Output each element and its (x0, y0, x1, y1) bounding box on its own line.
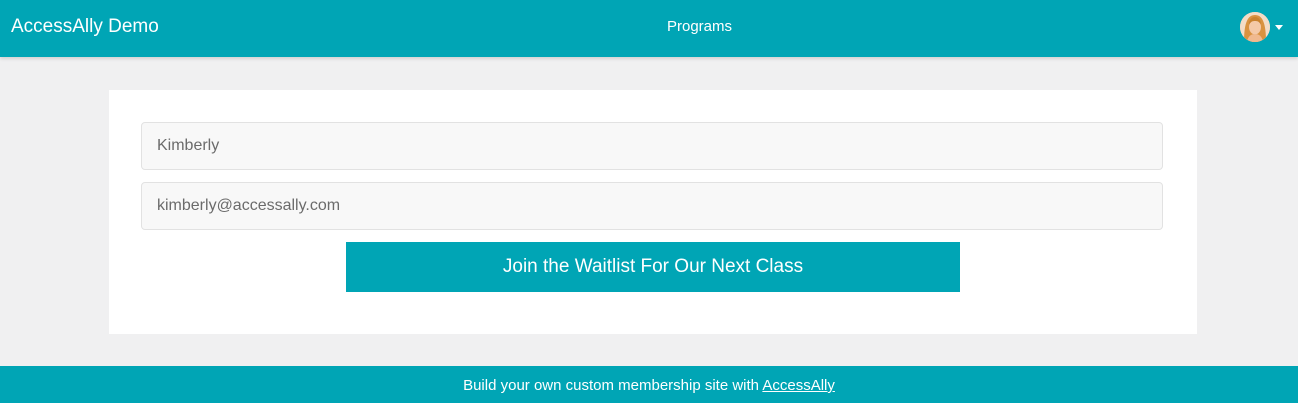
footer-accessally-link[interactable]: AccessAlly (762, 377, 835, 394)
top-navigation-bar: AccessAlly Demo Programs (0, 0, 1298, 57)
caret-down-icon (1275, 25, 1283, 30)
footer-bar: Build your own custom membership site wi… (0, 366, 1298, 403)
join-waitlist-button[interactable]: Join the Waitlist For Our Next Class (346, 242, 960, 292)
site-brand-link[interactable]: AccessAlly Demo (11, 16, 159, 38)
footer-content: Build your own custom membership site wi… (0, 377, 1298, 395)
name-field[interactable] (141, 122, 1163, 170)
waitlist-form-card: Join the Waitlist For Our Next Class (109, 90, 1197, 334)
user-menu-toggle[interactable] (1240, 12, 1286, 44)
nav-item-programs[interactable]: Programs (667, 18, 732, 36)
email-field[interactable] (141, 182, 1163, 230)
user-avatar-icon (1240, 12, 1270, 42)
footer-text: Build your own custom membership site wi… (463, 377, 763, 394)
